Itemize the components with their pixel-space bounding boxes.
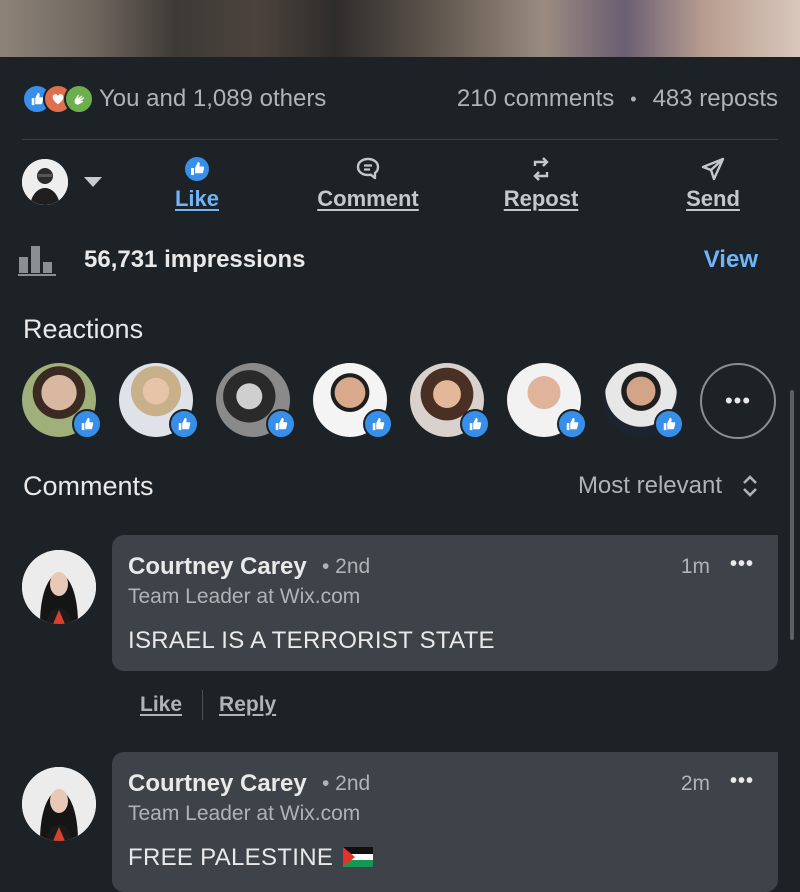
repost-icon (533, 157, 549, 181)
commenter-avatar[interactable] (22, 767, 96, 841)
reactor-avatar[interactable] (119, 363, 199, 439)
commenter-name[interactable]: Courtney Carey (128, 553, 307, 581)
reactions-heading: Reactions (23, 314, 144, 344)
view-analytics-link[interactable]: View (704, 246, 758, 274)
reactor-avatar[interactable] (313, 363, 393, 439)
reactor-avatar[interactable] (22, 363, 102, 439)
comment-text: ISRAEL IS A TERRORIST STATE (128, 627, 495, 654)
more-reactions-button[interactable]: ••• (700, 363, 776, 439)
like-badge-icon (654, 409, 684, 439)
comment-overflow-menu-icon[interactable]: ••• (730, 770, 754, 793)
reactor-avatar[interactable] (604, 363, 684, 439)
comment-overflow-menu-icon[interactable]: ••• (730, 553, 754, 576)
send-icon (701, 157, 725, 181)
scrollbar[interactable] (790, 390, 794, 640)
comment-bubble: Courtney Carey • 2nd Team Leader at Wix.… (112, 752, 778, 892)
comment-label: Comment (317, 186, 419, 211)
divider (22, 139, 778, 140)
reposts-count[interactable]: 483 reposts (653, 85, 778, 113)
like-badge-icon (363, 409, 393, 439)
repost-label: Repost (503, 186, 579, 211)
impressions-row: 56,731 impressions View (18, 240, 758, 280)
reaction-icons[interactable] (22, 84, 94, 114)
comment-icon (356, 157, 380, 180)
comments-heading: Comments (23, 471, 154, 501)
comment-like-button[interactable]: Like (140, 693, 182, 717)
comment-bubble: Courtney Carey • 2nd Team Leader at Wix.… (112, 535, 778, 671)
comment-timestamp: 1m (680, 555, 710, 578)
connection-degree: • 2nd (322, 555, 371, 578)
like-badge-icon (72, 409, 102, 439)
celebrate-reaction-icon (64, 84, 94, 114)
sort-dropdown[interactable]: Most relevant (578, 472, 760, 500)
repost-button[interactable]: Repost (481, 156, 601, 212)
comment-timestamp: 2m (680, 772, 710, 795)
actor-switch-chevron-down-icon[interactable] (84, 177, 102, 187)
comments-count[interactable]: 210 comments (457, 85, 614, 113)
sort-label: Most relevant (577, 472, 722, 499)
reactor-avatar[interactable] (410, 363, 490, 439)
like-badge-icon (557, 409, 587, 439)
reactor-avatar[interactable] (507, 363, 587, 439)
comment-text: FREE PALESTINE (128, 844, 334, 871)
analytics-bar-chart-icon (18, 246, 56, 276)
reactions-count[interactable]: You and 1,089 others (99, 85, 326, 113)
divider (202, 690, 204, 720)
connection-degree: • 2nd (322, 772, 371, 795)
like-badge-icon (169, 409, 199, 439)
comment-button[interactable]: Comment (308, 156, 428, 212)
commenter-headline: Team Leader at Wix.com (128, 802, 361, 825)
like-button[interactable]: Like (137, 156, 257, 212)
commenter-avatar[interactable] (22, 550, 96, 624)
commenter-name[interactable]: Courtney Carey (128, 770, 307, 798)
reactor-avatar[interactable] (216, 363, 296, 439)
like-label: Like (174, 186, 220, 211)
separator-dot: • (630, 88, 637, 109)
like-badge-icon (266, 409, 296, 439)
like-icon (185, 157, 209, 181)
like-badge-icon (460, 409, 490, 439)
social-counts: You and 1,089 others 210 comments • 483 … (22, 80, 778, 118)
comment-item: Courtney Carey • 2nd Team Leader at Wix.… (22, 752, 778, 892)
send-button[interactable]: Send (653, 156, 773, 212)
send-label: Send (686, 186, 740, 211)
post-image[interactable] (0, 0, 800, 57)
reactors-list: ••• (22, 363, 782, 443)
comment-item: Courtney Carey • 2nd Team Leader at Wix.… (22, 535, 778, 725)
sort-chevrons-icon (740, 472, 760, 500)
commenter-headline: Team Leader at Wix.com (128, 585, 361, 608)
impressions-count: 56,731 impressions (84, 246, 306, 273)
action-bar: Like Comment Repost Send (22, 150, 778, 220)
comment-text-container: FREE PALESTINE (128, 844, 374, 872)
palestine-flag-icon (343, 846, 374, 867)
comment-actions: Like Reply (140, 690, 276, 720)
comment-reply-button[interactable]: Reply (219, 693, 276, 717)
actor-avatar[interactable] (22, 159, 68, 205)
